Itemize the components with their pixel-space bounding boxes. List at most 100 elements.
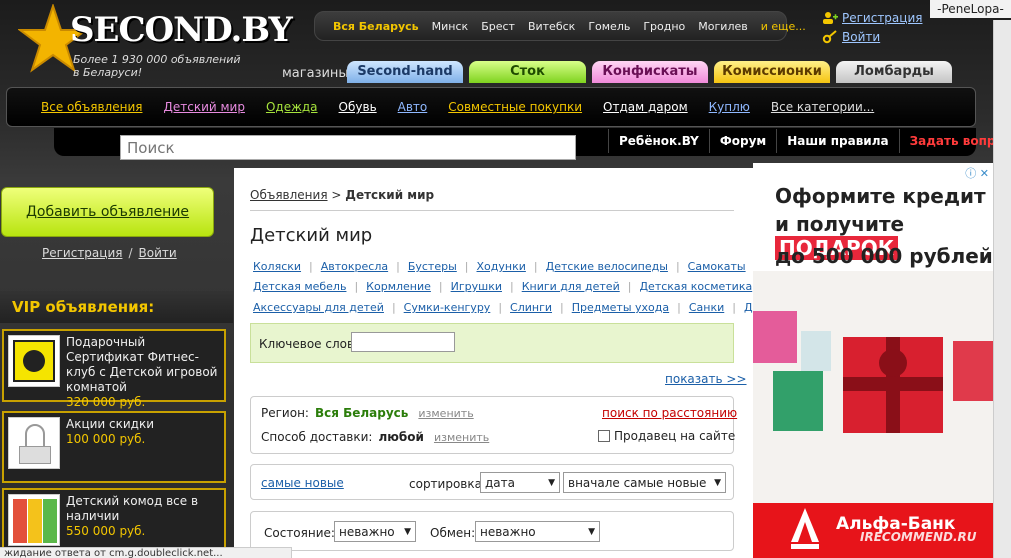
sort-field-select[interactable]: дата ▼ — [480, 472, 560, 493]
subcat-kids-bikes[interactable]: Детские велосипеды — [546, 260, 668, 273]
category-all-ads[interactable]: Все объявления — [41, 100, 142, 114]
chevron-down-icon: ▼ — [588, 526, 595, 537]
search-input[interactable] — [120, 135, 576, 160]
add-user-icon — [823, 11, 838, 24]
exchange-select[interactable]: неважно ▼ — [475, 521, 600, 542]
vip-title[interactable]: Акции скидки — [66, 417, 154, 432]
breadcrumb: Объявления > Детский мир — [250, 188, 434, 202]
region-brest[interactable]: Брест — [481, 20, 515, 33]
seller-online-filter[interactable]: Продавец на сайте — [598, 429, 735, 443]
vip-price: 100 000 руб. — [66, 432, 146, 446]
vip-title[interactable]: Детский комод все в наличии — [66, 494, 220, 524]
vip-title[interactable]: Подарочный Сертификат Фитнес-клуб с Детс… — [66, 335, 220, 395]
exchange-label: Обмен: — [430, 526, 476, 540]
add-listing-button[interactable]: Добавить объявление — [1, 187, 214, 237]
vip-listing[interactable]: Акции скидки 100 000 руб. — [2, 411, 226, 483]
store-tab-confiscated[interactable]: Конфискаты — [592, 61, 708, 83]
vip-thumbnail[interactable] — [8, 417, 60, 469]
vip-thumbnail[interactable] — [8, 335, 60, 387]
login-link[interactable]: Войти — [842, 30, 880, 44]
page-scrollbar[interactable] — [993, 20, 1011, 558]
subcat-kids-cosmetics[interactable]: Детская косметика — [639, 280, 752, 293]
region-more[interactable]: и еще... — [761, 20, 806, 33]
subcat-boosters[interactable]: Бустеры — [408, 260, 457, 273]
subcat-kids-books[interactable]: Книги для детей — [522, 280, 620, 293]
divider — [250, 210, 734, 211]
header-auth: Регистрация Войти — [822, 8, 922, 46]
subcat-sleds[interactable]: Санки — [689, 301, 724, 314]
distance-search-link[interactable]: поиск по расстоянию — [602, 406, 737, 420]
category-giveaway[interactable]: Отдам даром — [603, 100, 688, 114]
left-login-link[interactable]: Войти — [139, 246, 177, 260]
category-auto[interactable]: Авто — [398, 100, 428, 114]
region-filter: Регион: Вся Беларусь изменить — [261, 406, 474, 420]
subcat-car-seats[interactable]: Автокресла — [321, 260, 388, 273]
region-minsk[interactable]: Минск — [432, 20, 469, 33]
category-kids-world[interactable]: Детский мир — [163, 100, 244, 114]
subcategory-row: Коляски | Автокресла | Бустеры | Ходунки | Д… — [253, 260, 757, 273]
subcat-scooters[interactable]: Самокаты — [688, 260, 746, 273]
region-selector: Вся Беларусь Минск Брест Витебск Гомель … — [314, 11, 806, 41]
category-want-to-buy[interactable]: Куплю — [709, 100, 750, 114]
store-tab-second-hand[interactable]: Second-hand — [347, 61, 463, 83]
subcat-strollers[interactable]: Коляски — [253, 260, 301, 273]
vip-price: 320 000 руб. — [66, 395, 146, 409]
store-tab-commission[interactable]: Комиссионки — [714, 61, 830, 83]
register-link[interactable]: Регистрация — [842, 11, 922, 25]
subcat-walkers[interactable]: Ходунки — [477, 260, 526, 273]
delivery-value: любой — [378, 430, 424, 444]
subcat-slings[interactable]: Слинги — [510, 301, 552, 314]
subcat-care-items[interactable]: Предметы ухода — [572, 301, 669, 314]
region-mogilev[interactable]: Могилев — [698, 20, 747, 33]
category-clothing[interactable]: Одежда — [266, 100, 318, 114]
vip-listing[interactable]: Подарочный Сертификат Фитнес-клуб с Детс… — [2, 329, 226, 409]
nav-rules[interactable]: Наши правила — [776, 129, 898, 153]
change-region-link[interactable]: изменить — [418, 407, 473, 420]
seller-online-checkbox[interactable] — [598, 430, 610, 442]
left-auth: Регистрация / Войти — [42, 246, 177, 260]
nav-links: Ребёнок.BY Форум Наши правила Задать воп… — [608, 129, 1011, 153]
sort-order-select[interactable]: вначале самые новые ▼ — [563, 472, 726, 493]
region-grodno[interactable]: Гродно — [643, 20, 685, 33]
subcat-accessories[interactable]: Аксессуары для детей — [253, 301, 384, 314]
chevron-down-icon: ▼ — [714, 477, 721, 488]
region-label: Регион: — [261, 406, 309, 420]
keyword-input[interactable] — [351, 332, 455, 352]
category-all-categories[interactable]: Все категории... — [771, 100, 874, 114]
seller-online-label: Продавец на сайте — [614, 429, 736, 443]
condition-select[interactable]: неважно ▼ — [334, 521, 416, 542]
keyword-label: Ключевое слово: — [259, 337, 366, 351]
site-logo[interactable]: SECOND.BY Более 1 930 000 объявлений в Б… — [18, 4, 293, 84]
store-tab-stock[interactable]: Сток — [469, 61, 586, 83]
region-all-belarus[interactable]: Вся Беларусь — [333, 20, 419, 33]
nav-rebenok-by[interactable]: Ребёнок.BY — [608, 129, 709, 153]
subcategory-row: Детская мебель | Кормление | Игрушки | Книг… — [253, 280, 764, 293]
auth-separator: / — [128, 246, 133, 260]
subcategory-row: Аксессуары для детей | Сумки-кенгуру | Сли… — [253, 301, 785, 314]
category-shoes[interactable]: Обувь — [339, 100, 377, 114]
vip-thumbnail[interactable] — [8, 494, 60, 546]
delivery-label: Способ доставки: — [261, 430, 373, 444]
region-gomel[interactable]: Гомель — [588, 20, 630, 33]
subcat-kids-furniture[interactable]: Детская мебель — [253, 280, 346, 293]
alfa-bank-logo-icon — [791, 508, 819, 549]
subcat-toys[interactable]: Игрушки — [451, 280, 502, 293]
delivery-filter: Способ доставки: любой изменить — [261, 430, 489, 444]
ad-headline-1: Оформите кредит — [775, 184, 986, 208]
subcat-feeding[interactable]: Кормление — [366, 280, 431, 293]
stores-label: магазины: — [282, 66, 354, 81]
region-vitebsk[interactable]: Витебск — [528, 20, 575, 33]
category-group-buying[interactable]: Совместные покупки — [448, 100, 582, 114]
store-tab-pawnshops[interactable]: Ломбарды — [836, 61, 952, 83]
show-more-link[interactable]: показать >> — [665, 372, 747, 386]
condition-label: Состояние: — [264, 526, 335, 540]
logo-tagline: Более 1 930 000 объявлений в Беларуси! — [73, 53, 241, 79]
ad-close-icon[interactable]: ⓘ ✕ — [965, 165, 989, 181]
left-register-link[interactable]: Регистрация — [42, 246, 122, 260]
nav-forum[interactable]: Форум — [708, 129, 776, 153]
username-badge[interactable]: -PeneLopa- — [930, 0, 1011, 18]
newest-link[interactable]: самые новые — [261, 476, 344, 490]
change-delivery-link[interactable]: изменить — [434, 431, 489, 444]
subcat-baby-carriers[interactable]: Сумки-кенгуру — [404, 301, 491, 314]
breadcrumb-root-link[interactable]: Объявления — [250, 188, 328, 202]
